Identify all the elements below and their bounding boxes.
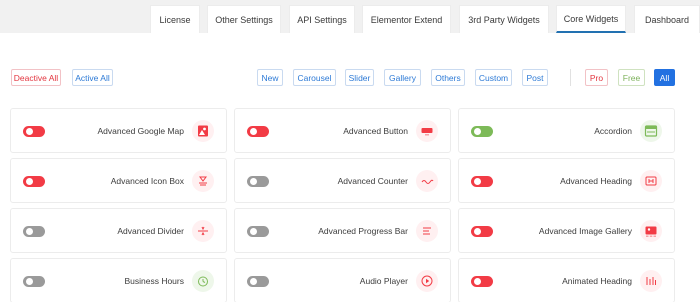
filter-gallery-button[interactable]: Gallery [384,69,421,86]
filter-post-button[interactable]: Post [522,69,548,86]
active-all-button[interactable]: Active All [72,69,113,86]
filter-carousel-button[interactable]: Carousel [293,69,336,86]
widget-toggle[interactable] [247,126,269,137]
widget-toggle[interactable] [471,126,493,137]
counter-icon [416,170,438,192]
widget-label: Advanced Icon Box [110,176,184,186]
filter-free-button[interactable]: Free [618,69,645,86]
tab-other-settings[interactable]: Other Settings [207,5,281,33]
audio-play-icon [416,270,438,292]
icon-box-icon [192,170,214,192]
deactive-all-button[interactable]: Deactive All [11,69,61,86]
core-widgets-panel: Deactive All Active All New Carousel Sli… [0,41,700,302]
widget-toggle[interactable] [471,276,493,287]
filter-new-button[interactable]: New [257,69,283,86]
widget-label: Accordion [594,126,632,136]
widget-card-advanced-heading: Advanced Heading [458,158,675,203]
widget-toggle[interactable] [23,126,45,137]
widget-card-animated-heading: Animated Heading [458,258,675,302]
filter-divider [570,69,571,86]
tab-license[interactable]: License [150,5,200,33]
widget-card-advanced-counter: Advanced Counter [234,158,451,203]
widget-card-advanced-google-map: Advanced Google Map [10,108,227,153]
widget-toggle[interactable] [247,226,269,237]
filter-others-button[interactable]: Others [431,69,465,86]
widget-card-advanced-image-gallery: Advanced Image Gallery [458,208,675,253]
widget-toggle[interactable] [23,176,45,187]
widget-label: Advanced Heading [560,176,632,186]
widget-toggle[interactable] [23,276,45,287]
widget-label: Advanced Counter [337,176,408,186]
widget-card-advanced-icon-box: Advanced Icon Box [10,158,227,203]
settings-tabs: License Other Settings API Settings Elem… [0,5,700,33]
clock-icon [192,270,214,292]
widget-toggle[interactable] [247,176,269,187]
animated-heading-icon [640,270,662,292]
widget-toggle[interactable] [471,226,493,237]
tab-core-widgets[interactable]: Core Widgets [556,5,626,33]
tab-dashboard[interactable]: Dashboard [634,5,700,33]
filter-custom-button[interactable]: Custom [475,69,512,86]
widget-card-audio-player: Audio Player [234,258,451,302]
image-gallery-icon [640,220,662,242]
widget-label: Advanced Progress Bar [318,226,408,236]
widget-label: Animated Heading [562,276,632,286]
widget-label: Business Hours [124,276,184,286]
widget-card-advanced-divider: Advanced Divider [10,208,227,253]
filter-slider-button[interactable]: Slider [345,69,374,86]
widget-toggle[interactable] [247,276,269,287]
map-icon [192,120,214,142]
widget-card-accordion: Accordion [458,108,675,153]
widget-card-advanced-progress-bar: Advanced Progress Bar [234,208,451,253]
tab-api-settings[interactable]: API Settings [289,5,355,33]
progress-bar-icon [416,220,438,242]
widget-toggle[interactable] [23,226,45,237]
divider-icon [192,220,214,242]
tab-elementor-extend[interactable]: Elementor Extend [362,5,451,33]
widget-label: Audio Player [359,276,408,286]
button-icon [416,120,438,142]
tab-3rd-party-widgets[interactable]: 3rd Party Widgets [459,5,549,33]
widget-label: Advanced Google Map [97,126,184,136]
widget-card-advanced-button: Advanced Button [234,108,451,153]
widget-card-business-hours: Business Hours [10,258,227,302]
accordion-icon [640,120,662,142]
tab-strip [0,33,700,41]
widget-toggle[interactable] [471,176,493,187]
widget-label: Advanced Button [343,126,408,136]
widget-label: Advanced Image Gallery [538,226,632,236]
widget-label: Advanced Divider [117,226,184,236]
filter-pro-button[interactable]: Pro [585,69,608,86]
heading-icon [640,170,662,192]
filter-all-button[interactable]: All [654,69,675,86]
